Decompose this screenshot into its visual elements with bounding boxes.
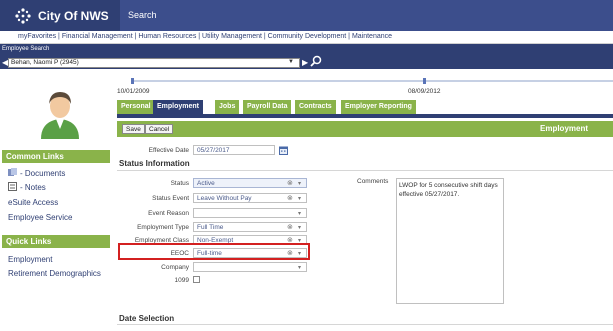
effective-date-label: Effective Date xyxy=(148,147,189,154)
clear-icon[interactable]: ⊗ xyxy=(287,223,293,231)
eeoc-label: EEOC xyxy=(170,250,189,257)
comments-textarea[interactable]: LWOP for 5 consecutive shift days effect… xyxy=(396,178,504,304)
status-information-header: Status Information xyxy=(119,159,190,168)
global-search-input[interactable] xyxy=(120,0,613,31)
tab-payroll-data[interactable]: Payroll Data xyxy=(243,100,292,114)
clear-icon[interactable]: ⊗ xyxy=(287,249,293,257)
comments-label: Comments xyxy=(357,178,389,185)
tab-jobs[interactable]: Jobs xyxy=(215,100,240,114)
sidebar-link-retirement-demographics[interactable]: Retirement Demographics xyxy=(8,269,101,278)
divider xyxy=(117,324,613,325)
chevron-down-icon[interactable]: ▾ xyxy=(298,195,301,202)
timeline-marker[interactable] xyxy=(423,78,426,84)
clear-icon[interactable]: ⊗ xyxy=(287,194,293,202)
employee-search-label: Employee Search xyxy=(2,46,50,52)
history-timeline[interactable] xyxy=(131,80,613,82)
date-selection-header: Date Selection xyxy=(119,314,175,323)
employment-type-label: Employment Type xyxy=(137,224,189,231)
next-employee-arrow-icon[interactable]: ▶ xyxy=(302,58,308,67)
event-reason-select[interactable] xyxy=(193,208,307,218)
form-toolbar xyxy=(117,121,613,137)
global-search-label: Search xyxy=(128,10,157,20)
sidebar-link-notes[interactable]: - Notes xyxy=(20,183,46,192)
event-reason-label: Event Reason xyxy=(148,210,189,217)
tab-personal[interactable]: Personal xyxy=(117,100,155,114)
calendar-icon[interactable] xyxy=(279,146,288,155)
quick-links-header: Quick Links xyxy=(2,235,110,248)
chevron-down-icon[interactable]: ▾ xyxy=(298,210,301,217)
effective-date-field[interactable]: 05/27/2017 xyxy=(193,145,275,155)
status-label: Status xyxy=(170,180,189,187)
sidebar-link-documents[interactable]: - Documents xyxy=(20,169,65,178)
documents-icon xyxy=(8,168,18,179)
common-links-header: Common Links xyxy=(2,150,110,163)
chevron-down-icon[interactable]: ▼ xyxy=(288,59,294,65)
app-title: City Of NWS xyxy=(38,9,109,23)
employee-select-value: Behan, Naomi P (2945) xyxy=(11,59,79,66)
sidebar-link-esuite[interactable]: eSuite Access xyxy=(8,198,58,207)
main-menu-links[interactable]: myFavorites | Financial Management | Hum… xyxy=(18,33,392,40)
field-1099-label: 1099 xyxy=(174,277,189,284)
chevron-down-icon[interactable]: ▾ xyxy=(298,224,301,231)
tab-contracts[interactable]: Contracts xyxy=(295,100,336,114)
city-logo-icon xyxy=(15,8,31,24)
chevron-down-icon[interactable]: ▾ xyxy=(298,180,301,187)
field-1099-checkbox[interactable] xyxy=(193,276,200,283)
clear-icon[interactable]: ⊗ xyxy=(287,179,293,187)
chevron-down-icon[interactable]: ▾ xyxy=(298,250,301,257)
company-select[interactable] xyxy=(193,262,307,272)
timeline-end-date: 08/09/2012 xyxy=(408,88,441,95)
tab-employer-reporting[interactable]: Employer Reporting xyxy=(341,100,416,114)
search-icon[interactable] xyxy=(310,55,322,67)
divider xyxy=(117,170,613,171)
avatar xyxy=(33,85,87,139)
notes-icon xyxy=(8,182,18,193)
sidebar-link-employee-service[interactable]: Employee Service xyxy=(8,213,72,222)
save-button[interactable]: Save xyxy=(122,124,145,134)
cancel-button[interactable]: Cancel xyxy=(145,124,174,134)
tab-bar: Personal Employment Jobs Payroll Data Co… xyxy=(117,100,613,114)
status-event-label: Status Event xyxy=(152,195,189,202)
sidebar-link-employment[interactable]: Employment xyxy=(8,255,52,264)
timeline-start-date: 10/01/2009 xyxy=(117,88,150,95)
tab-employment[interactable]: Employment xyxy=(153,100,204,114)
tab-underline xyxy=(117,114,613,118)
section-title: Employment xyxy=(540,124,589,133)
company-label: Company xyxy=(161,264,189,271)
timeline-marker[interactable] xyxy=(131,78,134,84)
chevron-down-icon[interactable]: ▾ xyxy=(298,264,301,271)
